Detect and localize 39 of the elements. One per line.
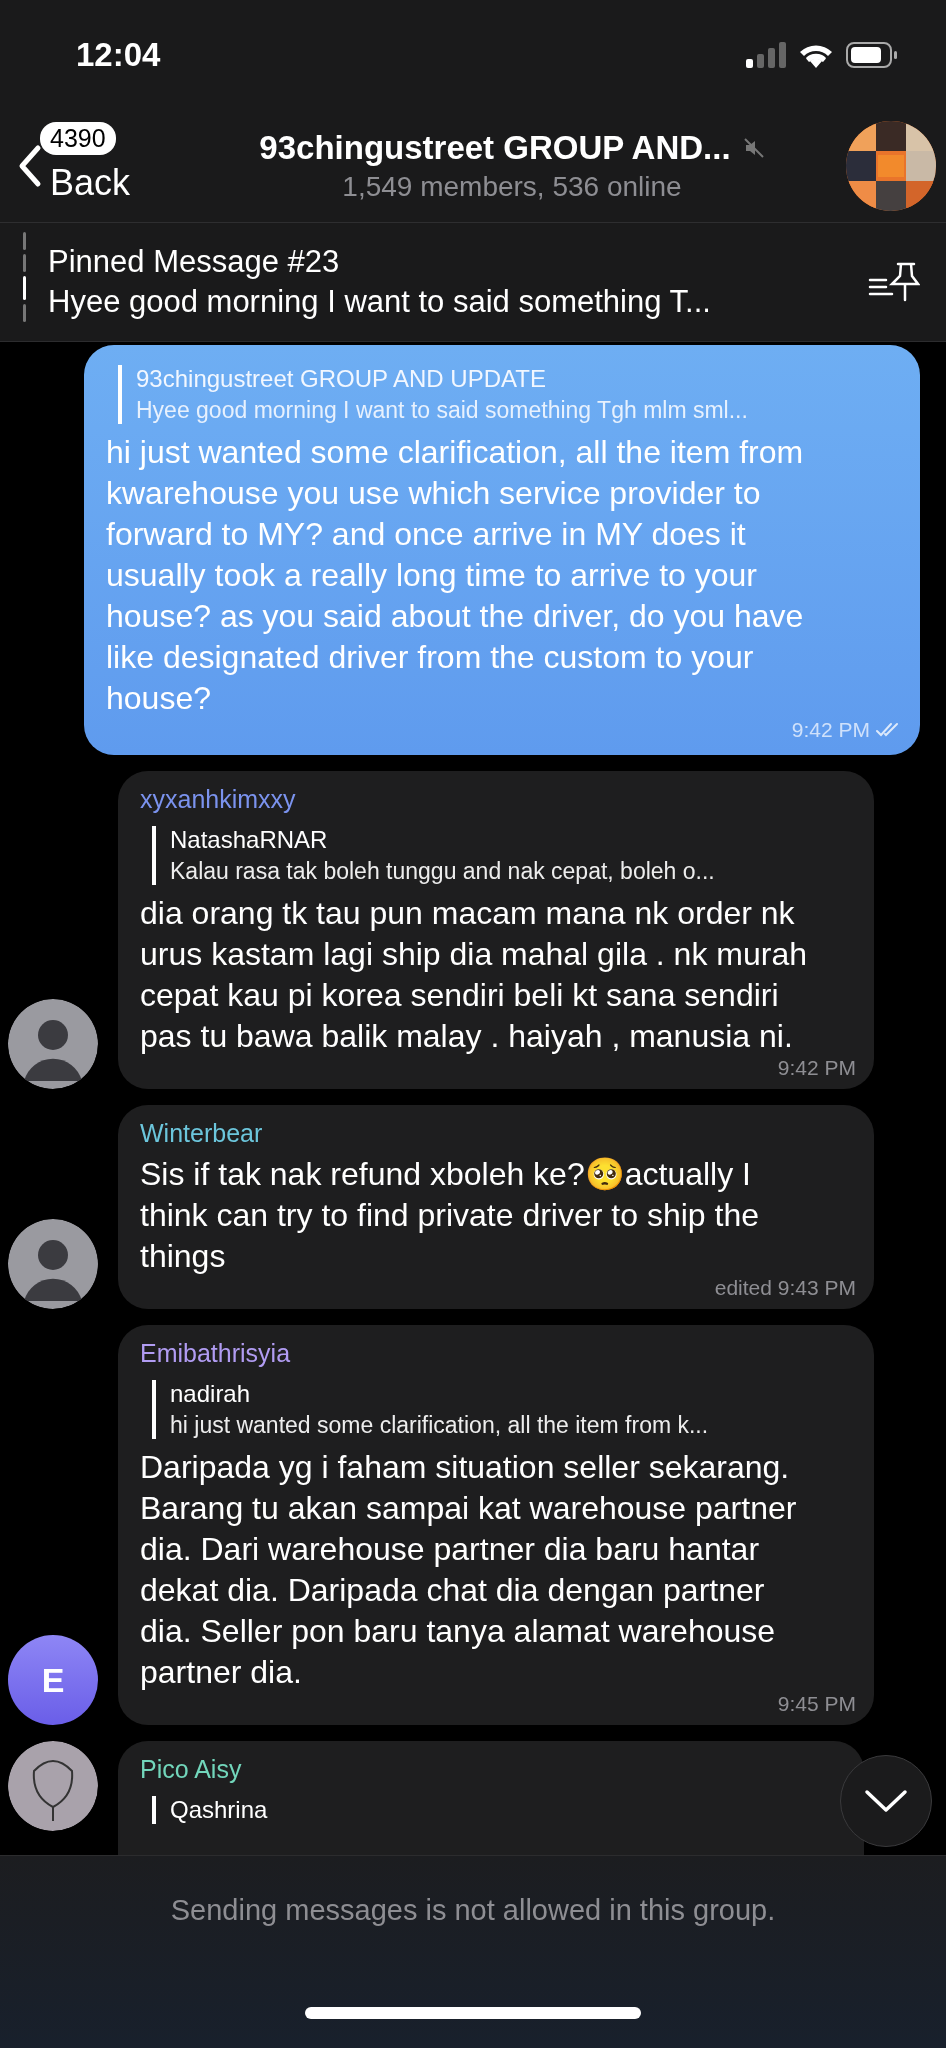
- reply-author: 93chingustreet GROUP AND UPDATE: [136, 365, 547, 393]
- sender-name: Emibathrisyia: [140, 1339, 292, 1368]
- sender-name: Pico Aisy: [140, 1755, 243, 1784]
- message-time: 9:42 PM: [777, 1057, 856, 1079]
- back-chevron-icon[interactable]: [18, 144, 42, 188]
- avatar-silhouette-icon[interactable]: [8, 999, 98, 1089]
- pin-list-icon[interactable]: [868, 260, 920, 304]
- reply-quote[interactable]: NatashaRNAR Kalau rasa tak boleh tunggu and nak cepat, boleh o...: [152, 826, 715, 885]
- reply-preview: Hyee good morning I want to said something Tgh mlm sml...: [136, 397, 748, 424]
- reply-author: NatashaRNAR: [170, 826, 329, 854]
- status-time: 12:04: [76, 36, 161, 74]
- posting-restricted-notice: Sending messages is not allowed in this group.: [170, 1894, 776, 1927]
- message-text: dia orang tk tau pun macam mana nk order nk urus kastam lagi ship dia mahal gila . nk murah cepat kau pi korea sendiri beli kt sana sendiri pas tu bawa balik malay . haiyah , manusia ni.: [140, 894, 808, 1056]
- message-time: edited 9:43 PM: [714, 1277, 856, 1299]
- message-time: 9:42 PM: [791, 719, 870, 741]
- message-text: hi just wanted some clarification, all the item from kwarehouse you use which service provider to forward to MY? and once arrive in MY does it usually took a really long time to arrive to your house? as you said about the driver, do you have like designated driver from the custom to your house?: [106, 433, 805, 718]
- message-time: 9:45 PM: [777, 1693, 856, 1715]
- reply-author: Qashrina: [170, 1796, 268, 1824]
- battery-icon: [846, 42, 898, 68]
- reply-quote[interactable]: nadirah hi just wanted some clarification, all the item from k...: [152, 1380, 709, 1439]
- chevron-down-icon[interactable]: [864, 1788, 908, 1814]
- reply-preview: Kalau rasa tak boleh tunggu and nak cepat, boleh o...: [170, 858, 715, 885]
- unread-badge: 4390: [40, 122, 116, 155]
- member-count: 1,549 members, 536 online: [342, 171, 682, 203]
- chat-title: 93chingustreet GROUP AND...: [259, 129, 731, 167]
- message-text: Daripada yg i faham situation seller sekarang. Barang tu akan sampai kat warehouse partner dia. Dari warehouse partner dia baru hantar dekat dia. Daripada chat dia dengan partner dia. Seller pon baru tanya alamat warehouse partner dia.: [140, 1448, 798, 1692]
- reply-quote[interactable]: Qashrina: [152, 1796, 268, 1824]
- reply-preview: hi just wanted some clarification, all the item from k...: [170, 1412, 709, 1439]
- pinned-title: Pinned Message #23: [48, 244, 341, 280]
- sender-name: xyxanhkimxxy: [140, 785, 297, 814]
- signal-icon: [746, 42, 786, 68]
- avatar-initial[interactable]: E: [8, 1635, 98, 1725]
- avatar-sketch-icon[interactable]: [8, 1741, 98, 1831]
- reply-author: nadirah: [170, 1380, 252, 1408]
- message-text: Sis if tak nak refund xboleh ke?🥺actually I think can try to find private driver to ship the things: [140, 1155, 760, 1276]
- pinned-message-bar[interactable]: Pinned Message #23 Hyee good morning I want to said something T...: [0, 223, 946, 341]
- avatar-silhouette-icon[interactable]: [8, 1219, 98, 1309]
- pinned-preview: Hyee good morning I want to said something T...: [48, 284, 712, 320]
- sender-name: Winterbear: [140, 1119, 264, 1148]
